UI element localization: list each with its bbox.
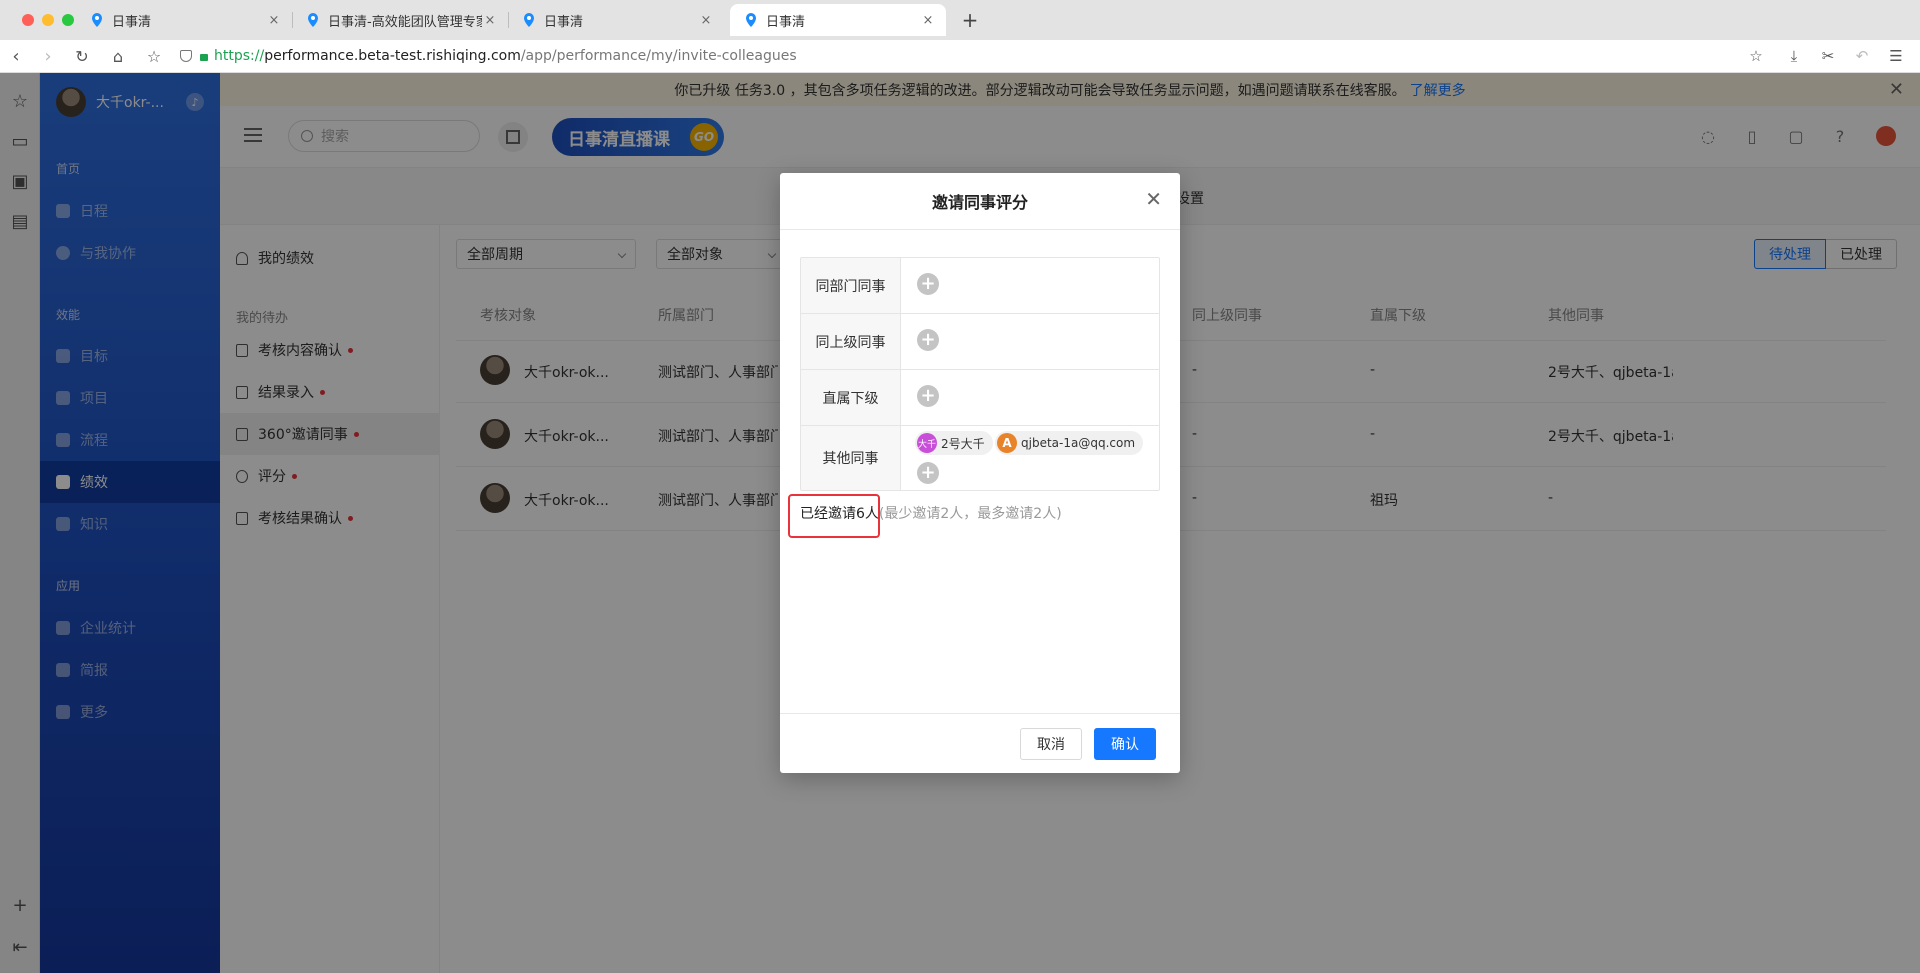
home-icon[interactable]: ⌂ xyxy=(106,44,130,68)
invitee-chip[interactable]: 大千 2号大千 xyxy=(915,431,993,455)
row-label: 同部门同事 xyxy=(801,258,901,313)
invite-table: 同部门同事 + 同上级同事 + 直属下级 + 其他同事 大千 2号大千 A qj… xyxy=(800,257,1160,491)
invite-colleagues-dialog: 邀请同事评分 ✕ 同部门同事 + 同上级同事 + 直属下级 + 其他同事 大千 … xyxy=(780,173,1180,773)
invite-row-same-dept: 同部门同事 + xyxy=(801,258,1159,314)
invite-row-same-upper: 同上级同事 + xyxy=(801,314,1159,370)
invited-count: 已经邀请6人 xyxy=(800,506,879,522)
tab-close-icon[interactable]: × xyxy=(266,13,282,28)
shield-icon xyxy=(180,50,192,62)
location-pin-icon xyxy=(524,13,534,27)
location-pin-icon xyxy=(746,13,756,27)
confirm-button[interactable]: 确认 xyxy=(1094,728,1156,760)
scissors-icon[interactable]: ✂ xyxy=(1816,44,1840,68)
undo-icon[interactable]: ↶ xyxy=(1850,44,1874,68)
forward-icon[interactable]: › xyxy=(36,44,60,68)
invitee-name: qjbeta-1a@qq.com xyxy=(1021,436,1136,450)
back-icon[interactable]: ‹ xyxy=(4,44,28,68)
url-path: /app/performance/my/invite-colleagues xyxy=(520,48,797,64)
invited-hint: (最少邀请2人，最多邀请2人) xyxy=(878,506,1062,522)
tab-title: 日事清 xyxy=(766,14,806,30)
download-icon[interactable]: ⤓ xyxy=(1782,44,1806,68)
browser-address-bar: ‹ › ↻ ⌂ ☆ https:// performance.beta-test… xyxy=(0,40,1920,73)
reload-icon[interactable]: ↻ xyxy=(70,44,94,68)
row-label: 直属下级 xyxy=(801,370,901,425)
invitee-name: 2号大千 xyxy=(941,436,985,451)
invited-summary: 已经邀请6人(最少邀请2人，最多邀请2人) xyxy=(800,503,1062,523)
url-host: performance.beta-test.rishiqing.com xyxy=(264,48,521,64)
browser-tab-active[interactable]: 日事清 × xyxy=(730,4,946,36)
browser-tab[interactable]: 日事清 × xyxy=(508,4,724,36)
bookmark-star-icon[interactable]: ☆ xyxy=(142,44,166,68)
invitee-chip[interactable]: A qjbeta-1a@qq.com xyxy=(995,431,1144,455)
window-zoom-button[interactable] xyxy=(62,14,74,26)
add-colleague-button[interactable]: + xyxy=(917,462,939,484)
star-icon[interactable]: ☆ xyxy=(1744,44,1768,68)
row-label: 其他同事 xyxy=(801,426,901,490)
add-colleague-button[interactable]: + xyxy=(917,329,939,351)
tab-title: 日事清 xyxy=(112,14,152,30)
invite-row-other: 其他同事 大千 2号大千 A qjbeta-1a@qq.com + xyxy=(801,426,1159,490)
tab-close-icon[interactable]: × xyxy=(920,13,936,28)
url-scheme: https:// xyxy=(214,48,265,64)
invite-row-subordinate: 直属下级 + xyxy=(801,370,1159,426)
lock-icon xyxy=(200,53,208,61)
tab-title: 日事清 xyxy=(544,14,584,30)
tab-close-icon[interactable]: × xyxy=(482,13,498,28)
tab-close-icon[interactable]: × xyxy=(698,13,714,28)
cancel-button[interactable]: 取消 xyxy=(1020,728,1082,760)
browser-tab-bar: 日事清 × 日事清-高效能团队管理专家 × 日事清 × 日事清 × + xyxy=(0,0,1920,40)
location-pin-icon xyxy=(308,13,318,27)
browser-tab[interactable]: 日事清-高效能团队管理专家 × xyxy=(292,4,508,36)
row-label: 同上级同事 xyxy=(801,314,901,369)
add-colleague-button[interactable]: + xyxy=(917,273,939,295)
tab-title: 日事清-高效能团队管理专家 xyxy=(328,14,482,30)
new-tab-button[interactable]: + xyxy=(958,8,982,32)
location-pin-icon xyxy=(92,13,102,27)
close-icon[interactable]: ✕ xyxy=(1145,189,1162,209)
dialog-title: 邀请同事评分 xyxy=(780,173,1180,230)
menu-icon[interactable]: ☰ xyxy=(1884,44,1908,68)
invitee-avatar: 大千 xyxy=(917,433,937,453)
window-minimize-button[interactable] xyxy=(42,14,54,26)
browser-tab[interactable]: 日事清 × xyxy=(76,4,292,36)
invitee-avatar: A xyxy=(997,433,1017,453)
add-colleague-button[interactable]: + xyxy=(917,385,939,407)
dialog-footer: 取消 确认 xyxy=(780,713,1180,773)
window-close-button[interactable] xyxy=(22,14,34,26)
url-field[interactable]: https:// performance.beta-test.rishiqing… xyxy=(180,43,797,69)
